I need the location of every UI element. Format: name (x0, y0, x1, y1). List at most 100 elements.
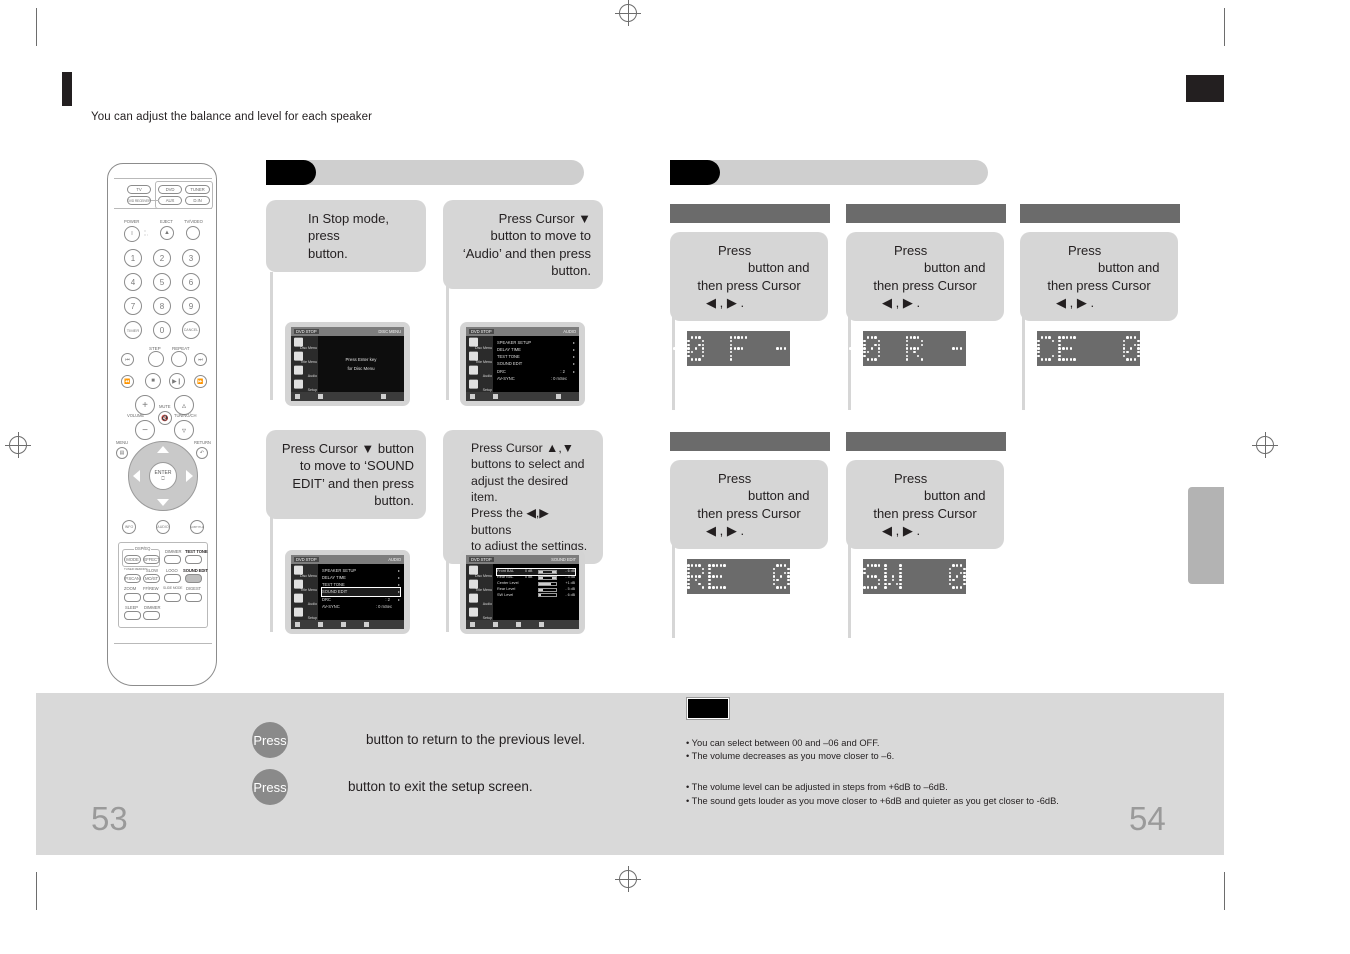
remote-button-ffrew[interactable] (143, 593, 160, 602)
remote-button-tuning-up[interactable]: ▵ (174, 395, 194, 415)
speaker-icon (469, 365, 478, 375)
remote-button-1[interactable]: 1 (124, 249, 142, 267)
tv2-row-5[interactable]: AV-SYNC: 0 mSec (497, 375, 575, 382)
remote-button-prev-track[interactable]: ⏮ (121, 353, 134, 366)
tv1-side-setup[interactable]: Setup (291, 378, 318, 392)
remote-button-repeat[interactable] (171, 351, 187, 367)
speaker-icon (294, 593, 303, 603)
cursor-up-icon[interactable] (157, 446, 169, 453)
tv4-bar-4-track[interactable] (538, 593, 557, 598)
tv1-side-disc-menu[interactable]: Disc Menu (291, 336, 318, 350)
remote-button-mode[interactable]: MODE (124, 555, 141, 564)
tv3-row-0[interactable]: SPEAKER SETUP ▸ (322, 567, 400, 574)
tv3-row-2[interactable]: TEST TONE ▸ (322, 581, 400, 588)
tv1-side-audio[interactable]: Audio (291, 364, 318, 378)
remote-button-slide-mode[interactable] (164, 593, 181, 602)
remote-dpad[interactable]: ENTER ⎕ (128, 441, 198, 511)
cursor-left-icon[interactable] (133, 470, 140, 482)
cursor-down-icon[interactable] (157, 499, 169, 506)
remote-button-step[interactable] (148, 351, 164, 367)
tv4-side-setup[interactable]: Setup (466, 606, 493, 620)
remote-button-digest[interactable] (185, 593, 202, 602)
remote-button-sound-edit[interactable] (185, 574, 202, 583)
remote-button-effect[interactable]: EFFECT (143, 555, 160, 564)
remote-button-2[interactable]: 2 (153, 249, 171, 267)
tv2-row-0[interactable]: SPEAKER SETUP ▸ (497, 339, 575, 346)
remote-button-next-track[interactable]: ⏭ (194, 353, 207, 366)
remote-button-movst[interactable]: MO/ST (143, 574, 160, 583)
tv2-bbtn-3 (556, 394, 561, 399)
note-line-2: • The volume decreases as you move close… (686, 751, 895, 761)
tv2-row-3[interactable]: SOUND EDIT ▸ (497, 360, 575, 367)
tv4-bar-0-track[interactable] (538, 569, 557, 574)
remote-button-info[interactable]: INFO (122, 520, 136, 534)
tv4-side-disc-menu[interactable]: Disc Menu (466, 564, 493, 578)
tv2-row-4[interactable]: DRC: 2 ▸ (497, 368, 575, 375)
remote-button-tuning-down[interactable]: ▿ (174, 420, 194, 440)
remote-button-9[interactable]: 9 (182, 297, 200, 315)
tv3-side-disc-menu[interactable]: Disc Menu (291, 564, 318, 578)
tv3-side-audio[interactable]: Audio (291, 592, 318, 606)
footer-badge-exit[interactable]: Press (252, 769, 288, 805)
tv2-row-1-arrow: ▸ (572, 347, 575, 353)
remote-button-5[interactable]: 5 (153, 273, 171, 291)
remote-button-logo[interactable] (164, 574, 181, 583)
remote-button-stop[interactable]: ■ (145, 373, 161, 389)
tv2-row-1[interactable]: DELAY TIME ▸ (497, 346, 575, 353)
remote-button-dimmer[interactable] (143, 611, 160, 620)
remote-button-subtitle[interactable]: SUBTITLE (190, 520, 204, 534)
registration-mark-right (1252, 432, 1278, 458)
remote-button-timer[interactable]: TIMER (124, 321, 142, 339)
tv2-side-title-menu[interactable]: Title Menu (466, 350, 493, 364)
remote-button-7[interactable]: 7 (124, 297, 142, 315)
remote-button-4[interactable]: 4 (124, 273, 142, 291)
remote-button-forward[interactable]: ⏩ (194, 375, 207, 388)
tv3-side-setup[interactable]: Setup (291, 606, 318, 620)
tv4-side-title-menu[interactable]: Title Menu (466, 578, 493, 592)
remote-button-0[interactable]: 0 (153, 321, 171, 339)
remote-button-audio[interactable]: AUDIO (156, 520, 170, 534)
tv2-side-audio[interactable]: Audio (466, 364, 493, 378)
tv4-side-audio[interactable]: Audio (466, 592, 493, 606)
tv1-side-title-menu[interactable]: Title Menu (291, 350, 318, 364)
tv4-bar-3-track[interactable] (538, 587, 557, 592)
remote-button-tv[interactable]: TV (127, 185, 151, 194)
tv3-row-1[interactable]: DELAY TIME ▸ (322, 574, 400, 581)
remote-button-dvd-receiver[interactable]: DVD RECEIVER (127, 196, 151, 205)
tv3-row-5[interactable]: AV-SYNC: 0 mSec (322, 603, 400, 610)
tv4-bar-0-value: 0 dB (525, 569, 533, 574)
tv2-row-2[interactable]: TEST TONE ▸ (497, 353, 575, 360)
tv4-bar-2-track[interactable] (538, 581, 557, 586)
remote-button-power[interactable]: ⏽ (124, 226, 140, 242)
remote-button-pscan[interactable]: P.SCAN (124, 574, 141, 583)
remote-label-ffrew: FF/REW (143, 586, 159, 591)
remote-button-tv-video[interactable] (186, 226, 200, 240)
cursor-right-icon[interactable] (186, 470, 193, 482)
remote-button-eject[interactable]: ▲ (160, 226, 174, 240)
tv4-bar-1-track[interactable] (538, 575, 557, 580)
tv3-side-title-menu[interactable]: Title Menu (291, 578, 318, 592)
remote-button-zoom[interactable] (124, 593, 141, 602)
remote-button-mute[interactable]: 🔇 (158, 411, 172, 425)
tv-screenshot-4: DVD STOP SOUND EDIT Disc Menu Title Menu… (460, 550, 585, 634)
remote-button-cancel[interactable]: CANCEL (182, 321, 200, 339)
remote-button-play-pause[interactable]: ▶❙ (169, 373, 185, 389)
tv3-row-4[interactable]: DRC: 2 ▸ (322, 596, 400, 603)
tv2-side-setup[interactable]: Setup (466, 378, 493, 392)
remote-button-sleep[interactable] (124, 611, 141, 620)
remote-button-menu[interactable]: ▤ (116, 447, 128, 459)
remote-button-dimmer-top[interactable] (164, 555, 181, 564)
remote-button-volume-down[interactable]: − (135, 420, 155, 440)
remote-button-enter[interactable]: ENTER ⎕ (149, 462, 177, 490)
remote-button-8[interactable]: 8 (153, 297, 171, 315)
remote-button-6[interactable]: 6 (182, 273, 200, 291)
tv4-bar-sw-level[interactable]: SW Level - 6 dB (497, 593, 575, 599)
tv2-side-disc-menu[interactable]: Disc Menu (466, 336, 493, 350)
tv3-row-3-selected[interactable]: SOUND EDIT ▸ (321, 587, 401, 597)
remote-button-test-tone[interactable] (185, 555, 202, 564)
remote-button-volume-up[interactable]: + (135, 395, 155, 415)
title-menu-icon (469, 579, 478, 589)
remote-button-rewind[interactable]: ⏪ (121, 375, 134, 388)
footer-badge-return[interactable]: Press (252, 722, 288, 758)
remote-button-3[interactable]: 3 (182, 249, 200, 267)
